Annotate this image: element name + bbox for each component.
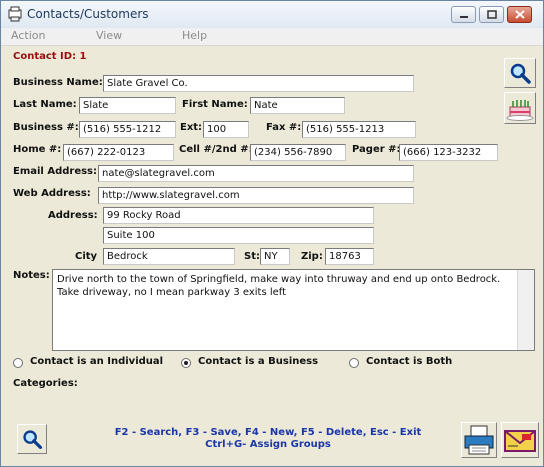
last-name-label: Last Name: xyxy=(13,99,77,110)
minimize-button[interactable] xyxy=(451,6,476,23)
categories-label: Categories: xyxy=(13,378,78,389)
state-label: St: xyxy=(244,251,260,262)
ext-field[interactable]: 100 xyxy=(203,121,249,138)
printer-icon xyxy=(464,425,494,455)
envelope-icon xyxy=(504,430,536,452)
city-field[interactable]: Bedrock xyxy=(103,248,235,265)
birthday-button[interactable] xyxy=(504,92,536,124)
minimize-icon xyxy=(460,16,468,18)
search-icon xyxy=(23,430,43,450)
business-phone-label: Business #: xyxy=(13,122,79,133)
title-bar[interactable]: Contacts/Customers xyxy=(1,1,543,29)
both-radio-label[interactable]: Contact is Both xyxy=(366,356,452,367)
business-radio[interactable] xyxy=(181,358,191,368)
print-button[interactable] xyxy=(461,422,497,458)
contacts-window: Contacts/Customers Action View Help Cont… xyxy=(0,0,544,467)
maximize-button[interactable] xyxy=(479,6,504,23)
home-phone-field[interactable]: (667) 222-0123 xyxy=(63,144,174,161)
business-name-field[interactable]: Slate Gravel Co. xyxy=(103,75,414,92)
both-radio[interactable] xyxy=(349,358,359,368)
menu-view[interactable]: View xyxy=(96,29,122,42)
city-label: City xyxy=(75,251,98,262)
bottom-search-button[interactable] xyxy=(17,424,47,454)
close-button[interactable] xyxy=(507,6,532,23)
home-phone-label: Home #: xyxy=(13,144,62,155)
business-name-label: Business Name: xyxy=(13,77,103,88)
search-button[interactable] xyxy=(504,58,536,88)
business-phone-field[interactable]: (516) 555-1212 xyxy=(79,121,176,138)
shortcuts-line1: F2 - Search, F3 - Save, F4 - New, F5 - D… xyxy=(114,427,422,438)
first-name-label: First Name: xyxy=(182,99,248,110)
address-label: Address: xyxy=(48,210,98,221)
keyboard-shortcuts-hint: F2 - Search, F3 - Save, F4 - New, F5 - D… xyxy=(113,427,423,451)
notes-label: Notes: xyxy=(13,270,50,281)
notes-field[interactable]: Drive north to the town of Springfield, … xyxy=(52,269,535,351)
last-name-field[interactable]: Slate xyxy=(79,97,176,114)
window-title: Contacts/Customers xyxy=(27,7,149,21)
cell-phone-field[interactable]: (234) 556-7890 xyxy=(250,144,346,161)
close-icon xyxy=(515,10,525,19)
fax-label: Fax #: xyxy=(266,122,302,133)
address-line2-field[interactable]: Suite 100 xyxy=(103,227,374,244)
individual-radio[interactable] xyxy=(13,358,23,368)
ext-label: Ext: xyxy=(180,122,203,133)
app-icon xyxy=(7,6,23,22)
web-address-field[interactable]: http://www.slategravel.com xyxy=(98,187,414,204)
shortcuts-line2: Ctrl+G- Assign Groups xyxy=(205,439,331,450)
email-label: Email Address: xyxy=(13,166,98,177)
birthday-cake-icon xyxy=(506,100,534,121)
email-envelope-button[interactable] xyxy=(501,422,539,458)
web-address-label: Web Address: xyxy=(13,188,91,199)
notes-scrollbar[interactable] xyxy=(517,270,534,350)
pager-label: Pager #: xyxy=(352,144,401,155)
contact-form: Contact ID: 1 Business Name: Slate Grave… xyxy=(1,46,543,466)
business-radio-label[interactable]: Contact is a Business xyxy=(198,356,318,367)
fax-field[interactable]: (516) 555-1213 xyxy=(302,121,416,138)
notes-text: Drive north to the town of Springfield, … xyxy=(57,274,501,298)
first-name-field[interactable]: Nate xyxy=(250,97,345,114)
menu-help[interactable]: Help xyxy=(182,29,207,42)
menu-bar: Action View Help xyxy=(1,28,543,46)
menu-action[interactable]: Action xyxy=(11,29,45,42)
pager-field[interactable]: (666) 123-3232 xyxy=(399,144,498,161)
zip-field[interactable]: 18763 xyxy=(325,248,374,265)
maximize-icon xyxy=(487,10,497,19)
zip-label: Zip: xyxy=(301,251,323,262)
individual-radio-label[interactable]: Contact is an Individual xyxy=(30,356,163,367)
search-icon xyxy=(510,63,531,84)
cell-phone-label: Cell #/2nd #: xyxy=(179,144,253,155)
address-line1-field[interactable]: 99 Rocky Road xyxy=(103,207,374,224)
contact-id: Contact ID: 1 xyxy=(13,51,87,62)
state-field[interactable]: NY xyxy=(260,248,290,265)
email-field[interactable]: nate@slategravel.com xyxy=(98,165,414,182)
